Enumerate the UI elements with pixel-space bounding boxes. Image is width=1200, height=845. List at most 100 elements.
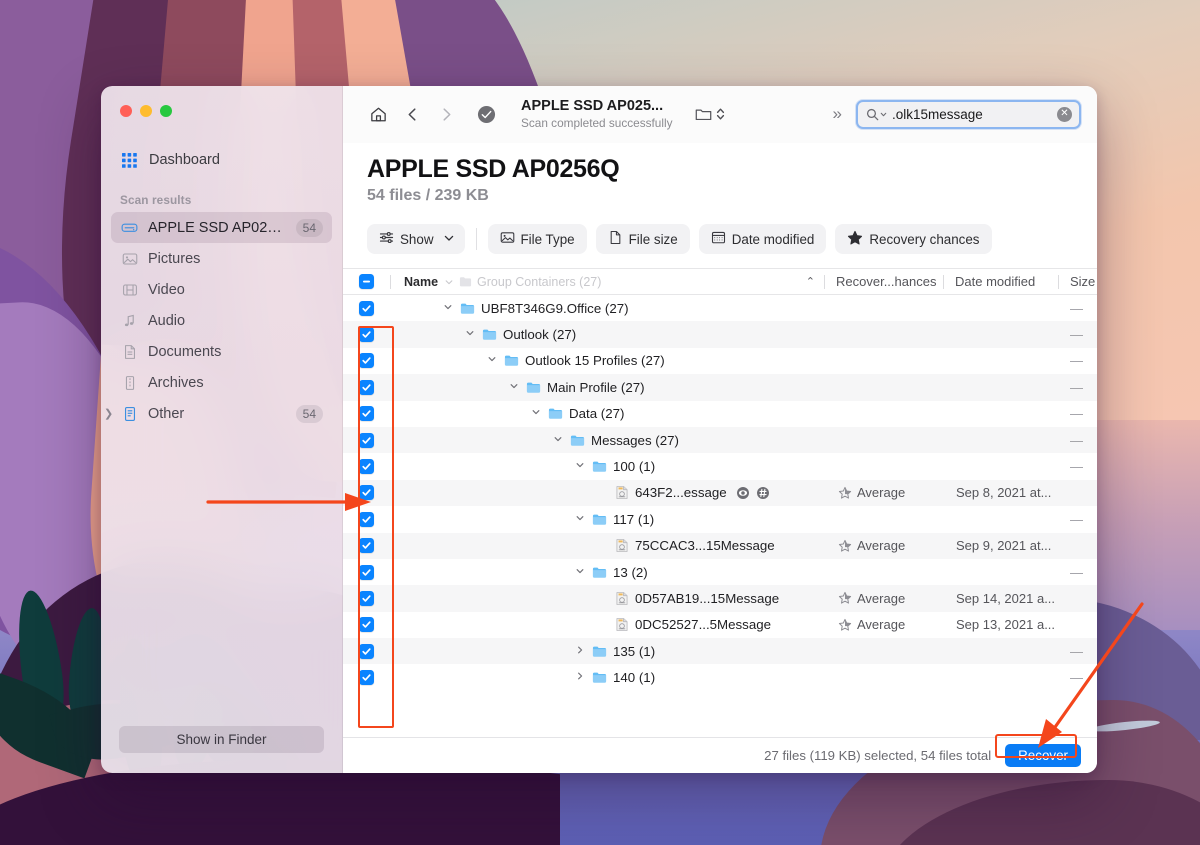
recover-button[interactable]: Recover — [1005, 744, 1081, 767]
row-size-cell: — — [1059, 380, 1097, 395]
row-checkbox[interactable] — [359, 406, 374, 421]
row-checkbox-cell[interactable] — [343, 459, 390, 474]
minimize-button[interactable] — [140, 105, 152, 117]
table-row[interactable]: 0DC52527...5MessageAverageSep 13, 2021 a… — [343, 612, 1097, 638]
filter-label: Recovery chances — [869, 232, 979, 247]
row-size-cell: — — [1059, 406, 1097, 421]
row-checkbox[interactable] — [359, 591, 374, 606]
table-row[interactable]: Main Profile (27)— — [343, 374, 1097, 400]
row-checkbox-cell[interactable] — [343, 512, 390, 527]
disclosure-open-icon[interactable] — [484, 354, 500, 367]
row-checkbox[interactable] — [359, 512, 374, 527]
zoom-button[interactable] — [160, 105, 172, 117]
close-button[interactable] — [120, 105, 132, 117]
row-checkbox-cell[interactable] — [343, 433, 390, 448]
table-row[interactable]: UBF8T346G9.Office (27)— — [343, 295, 1097, 321]
sidebar-item-documents[interactable]: Documents — [111, 336, 332, 367]
file-size-filter-button[interactable]: File size — [596, 224, 690, 254]
search-input[interactable] — [892, 107, 1052, 122]
row-checkbox-cell[interactable] — [343, 301, 390, 316]
table-row[interactable]: 13 (2)— — [343, 559, 1097, 585]
table-row[interactable]: Outlook (27)— — [343, 321, 1097, 347]
home-button[interactable] — [361, 99, 395, 129]
recovery-column-header[interactable]: Recover...hances — [825, 274, 943, 289]
search-field[interactable]: ✕ — [856, 100, 1081, 129]
row-checkbox[interactable] — [359, 644, 374, 659]
disclosure-open-icon[interactable] — [462, 328, 478, 341]
row-checkbox[interactable] — [359, 617, 374, 632]
row-checkbox[interactable] — [359, 380, 374, 395]
sort-arrow-icon[interactable]: ⌃ — [806, 275, 815, 288]
table-row[interactable]: Data (27)— — [343, 401, 1097, 427]
hex-icon[interactable] — [756, 485, 771, 500]
name-column-header[interactable]: Name Group Containers (27) ⌃ — [391, 275, 824, 289]
sidebar-item-video[interactable]: Video — [111, 274, 332, 305]
disclosure-open-icon[interactable] — [572, 513, 588, 526]
size-column-header[interactable]: Size — [1059, 274, 1097, 289]
row-checkbox-cell[interactable] — [343, 327, 390, 342]
disclosure-open-icon[interactable] — [550, 434, 566, 447]
row-checkbox-cell[interactable] — [343, 406, 390, 421]
recovery-chances-filter-button[interactable]: Recovery chances — [835, 224, 991, 254]
table-row[interactable]: 75CCAC3...15MessageAverageSep 9, 2021 at… — [343, 533, 1097, 559]
table-row[interactable]: Messages (27)— — [343, 427, 1097, 453]
row-action-icons[interactable] — [736, 485, 771, 500]
forward-button[interactable] — [429, 99, 463, 129]
table-row[interactable]: 135 (1)— — [343, 638, 1097, 664]
file-table: Name Group Containers (27) ⌃ — [343, 268, 1097, 773]
chevron-right-icon[interactable]: ❯ — [104, 407, 113, 420]
row-checkbox[interactable] — [359, 670, 374, 685]
table-row[interactable]: 100 (1)— — [343, 453, 1097, 479]
sidebar-item-apple-ssd[interactable]: APPLE SSD AP025... 54 — [111, 212, 332, 243]
row-checkbox-cell[interactable] — [343, 644, 390, 659]
date-modified-filter-button[interactable]: Date modified — [699, 224, 827, 254]
show-filter-button[interactable]: Show — [367, 224, 465, 254]
clear-search-icon[interactable]: ✕ — [1057, 107, 1072, 122]
row-checkbox-cell[interactable] — [343, 565, 390, 580]
row-checkbox-cell[interactable] — [343, 353, 390, 368]
row-checkbox-cell[interactable] — [343, 670, 390, 685]
folder-view-button[interactable] — [694, 105, 725, 124]
select-all-cell[interactable] — [343, 274, 390, 289]
table-row[interactable]: Outlook 15 Profiles (27)— — [343, 348, 1097, 374]
sidebar-item-audio[interactable]: Audio — [111, 305, 332, 336]
eye-icon[interactable] — [736, 485, 751, 500]
row-checkbox-cell[interactable] — [343, 591, 390, 606]
row-checkbox[interactable] — [359, 565, 374, 580]
sidebar-item-pictures[interactable]: Pictures — [111, 243, 332, 274]
sidebar-item-dashboard[interactable]: Dashboard — [111, 145, 332, 175]
date-column-header[interactable]: Date modified — [944, 274, 1058, 289]
row-checkbox[interactable] — [359, 485, 374, 500]
row-checkbox-cell[interactable] — [343, 617, 390, 632]
content-pane: APPLE SSD AP025... Scan completed succes… — [343, 86, 1097, 773]
disclosure-closed-icon[interactable] — [572, 671, 588, 684]
row-checkbox[interactable] — [359, 538, 374, 553]
select-all-checkbox[interactable] — [359, 274, 374, 289]
row-checkbox[interactable] — [359, 433, 374, 448]
row-checkbox-cell[interactable] — [343, 380, 390, 395]
disclosure-open-icon[interactable] — [572, 460, 588, 473]
table-row[interactable]: 0D57AB19...15MessageAverageSep 14, 2021 … — [343, 585, 1097, 611]
back-button[interactable] — [395, 99, 429, 129]
row-checkbox-cell[interactable] — [343, 485, 390, 500]
disclosure-open-icon[interactable] — [528, 407, 544, 420]
sidebar-item-archives[interactable]: Archives — [111, 367, 332, 398]
table-row[interactable]: 117 (1)— — [343, 506, 1097, 532]
disclosure-open-icon[interactable] — [572, 566, 588, 579]
toolbar-overflow-button[interactable]: » — [823, 104, 856, 124]
file-type-filter-button[interactable]: File Type — [488, 224, 587, 254]
row-checkbox[interactable] — [359, 301, 374, 316]
disclosure-open-icon[interactable] — [440, 302, 456, 315]
sidebar-item-other[interactable]: ❯ Other 54 — [111, 398, 332, 429]
table-row[interactable]: 140 (1)— — [343, 664, 1097, 690]
search-icon[interactable] — [866, 108, 887, 121]
show-in-finder-button[interactable]: Show in Finder — [119, 726, 324, 753]
disclosure-closed-icon[interactable] — [572, 645, 588, 658]
row-checkbox-cell[interactable] — [343, 538, 390, 553]
disclosure-open-icon[interactable] — [506, 381, 522, 394]
row-checkbox[interactable] — [359, 353, 374, 368]
row-checkbox[interactable] — [359, 459, 374, 474]
table-row[interactable]: 643F2...essageAverageSep 8, 2021 at... — [343, 480, 1097, 506]
grid-icon — [120, 151, 139, 170]
row-checkbox[interactable] — [359, 327, 374, 342]
